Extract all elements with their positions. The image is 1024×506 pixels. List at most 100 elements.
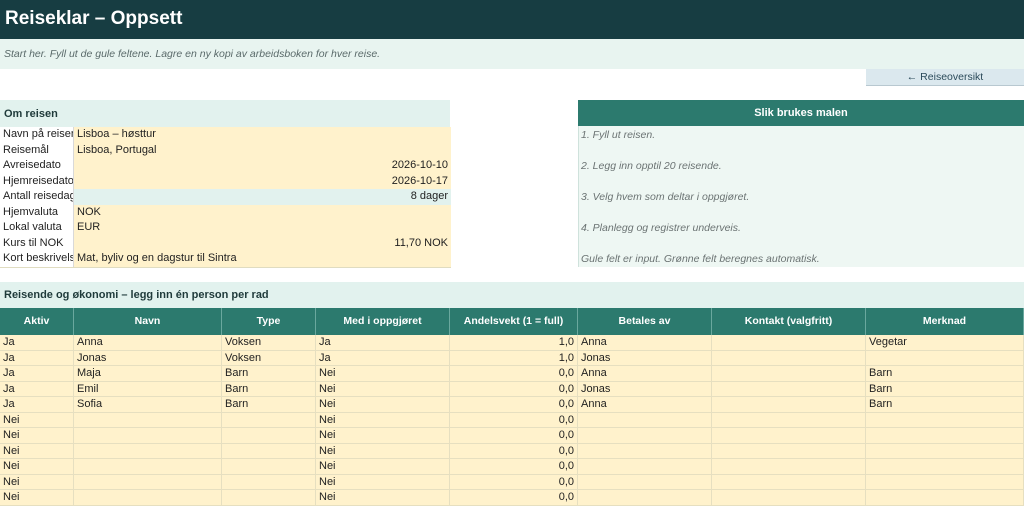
table-cell[interactable]: 0,0 [450, 366, 578, 382]
table-cell[interactable]: 0,0 [450, 474, 578, 490]
table-cell[interactable] [712, 350, 866, 366]
table-cell[interactable]: Nei [316, 459, 450, 475]
table-cell[interactable]: Emil [74, 381, 222, 397]
table-cell[interactable] [74, 459, 222, 475]
table-cell[interactable]: Vegetar [866, 335, 1024, 351]
trip-info-value[interactable]: 11,70 NOK [74, 235, 451, 251]
table-cell[interactable]: Anna [74, 335, 222, 351]
table-cell[interactable] [712, 381, 866, 397]
table-cell[interactable] [74, 490, 222, 506]
table-cell[interactable]: Nei [0, 490, 74, 506]
table-cell[interactable]: Nei [316, 443, 450, 459]
table-cell[interactable] [712, 459, 866, 475]
table-cell[interactable] [222, 459, 316, 475]
table-cell[interactable]: Barn [222, 397, 316, 413]
table-cell[interactable]: Barn [222, 366, 316, 382]
table-cell[interactable]: Nei [316, 381, 450, 397]
table-cell[interactable]: Nei [316, 412, 450, 428]
table-cell[interactable]: 1,0 [450, 350, 578, 366]
table-cell[interactable] [222, 474, 316, 490]
trip-info-label: Navn på reisen [0, 127, 74, 143]
table-cell[interactable]: Voksen [222, 335, 316, 351]
table-cell[interactable]: Ja [0, 381, 74, 397]
trip-info-value[interactable]: Lisboa – høsttur [74, 127, 451, 143]
table-cell[interactable]: Nei [0, 474, 74, 490]
table-cell[interactable] [866, 412, 1024, 428]
table-cell[interactable]: Barn [222, 381, 316, 397]
table-cell[interactable]: Barn [866, 381, 1024, 397]
table-cell[interactable] [74, 443, 222, 459]
table-cell[interactable] [222, 428, 316, 444]
table-cell[interactable]: Nei [316, 428, 450, 444]
table-cell[interactable] [74, 474, 222, 490]
table-cell[interactable] [866, 350, 1024, 366]
table-cell[interactable]: Nei [0, 412, 74, 428]
table-cell[interactable] [866, 443, 1024, 459]
table-cell[interactable] [222, 443, 316, 459]
table-cell[interactable]: 0,0 [450, 459, 578, 475]
table-cell[interactable]: Ja [0, 366, 74, 382]
table-cell[interactable]: Ja [316, 335, 450, 351]
table-cell[interactable]: Ja [0, 350, 74, 366]
table-cell[interactable]: 1,0 [450, 335, 578, 351]
table-cell[interactable] [712, 443, 866, 459]
table-cell[interactable]: Nei [316, 397, 450, 413]
table-cell[interactable] [866, 490, 1024, 506]
table-cell[interactable]: Ja [316, 350, 450, 366]
table-cell[interactable]: 0,0 [450, 490, 578, 506]
table-cell[interactable] [712, 490, 866, 506]
table-cell[interactable] [74, 412, 222, 428]
table-cell[interactable] [712, 397, 866, 413]
table-cell[interactable]: 0,0 [450, 381, 578, 397]
table-cell[interactable] [866, 474, 1024, 490]
table-cell[interactable] [222, 490, 316, 506]
table-cell[interactable] [74, 428, 222, 444]
table-cell[interactable]: Anna [578, 366, 712, 382]
table-cell[interactable] [712, 428, 866, 444]
table-cell[interactable]: Jonas [578, 350, 712, 366]
table-cell[interactable]: 0,0 [450, 397, 578, 413]
table-cell[interactable]: Maja [74, 366, 222, 382]
table-cell[interactable] [712, 412, 866, 428]
table-cell[interactable]: Ja [0, 397, 74, 413]
table-cell[interactable]: Anna [578, 335, 712, 351]
trip-info-value[interactable]: EUR [74, 220, 451, 236]
table-cell[interactable] [712, 335, 866, 351]
table-cell[interactable]: Nei [316, 490, 450, 506]
table-cell[interactable] [866, 428, 1024, 444]
trip-overview-button[interactable]: ← Reiseoversikt [866, 69, 1024, 86]
table-cell[interactable]: Nei [0, 443, 74, 459]
table-cell[interactable]: Barn [866, 397, 1024, 413]
table-cell[interactable] [578, 428, 712, 444]
table-cell[interactable] [578, 412, 712, 428]
table-cell[interactable] [222, 412, 316, 428]
table-cell[interactable] [578, 443, 712, 459]
table-cell[interactable] [578, 474, 712, 490]
trip-info-row: Hjemreisedato 2026-10-17 [0, 173, 451, 190]
trip-info-value[interactable]: Lisboa, Portugal [74, 142, 451, 158]
table-cell[interactable] [866, 459, 1024, 475]
table-cell[interactable]: Jonas [578, 381, 712, 397]
table-cell[interactable]: Nei [0, 428, 74, 444]
table-cell[interactable]: 0,0 [450, 412, 578, 428]
table-cell[interactable] [578, 490, 712, 506]
table-cell[interactable] [712, 474, 866, 490]
table-cell[interactable] [712, 366, 866, 382]
trip-info-label: Avreisedato [0, 158, 74, 174]
table-cell[interactable]: Jonas [74, 350, 222, 366]
table-cell[interactable]: Voksen [222, 350, 316, 366]
table-cell[interactable]: Nei [0, 459, 74, 475]
trip-info-value[interactable]: 2026-10-10 [74, 158, 451, 174]
table-cell[interactable]: 0,0 [450, 428, 578, 444]
trip-info-value[interactable]: 2026-10-17 [74, 173, 451, 189]
trip-info-value[interactable]: NOK [74, 204, 451, 220]
table-cell[interactable]: Ja [0, 335, 74, 351]
table-cell[interactable]: Nei [316, 366, 450, 382]
table-cell[interactable]: 0,0 [450, 443, 578, 459]
table-cell[interactable]: Barn [866, 366, 1024, 382]
table-cell[interactable]: Anna [578, 397, 712, 413]
table-cell[interactable] [578, 459, 712, 475]
trip-info-value[interactable]: Mat, byliv og en dagstur til Sintra [74, 251, 451, 267]
table-cell[interactable]: Sofia [74, 397, 222, 413]
table-cell[interactable]: Nei [316, 474, 450, 490]
